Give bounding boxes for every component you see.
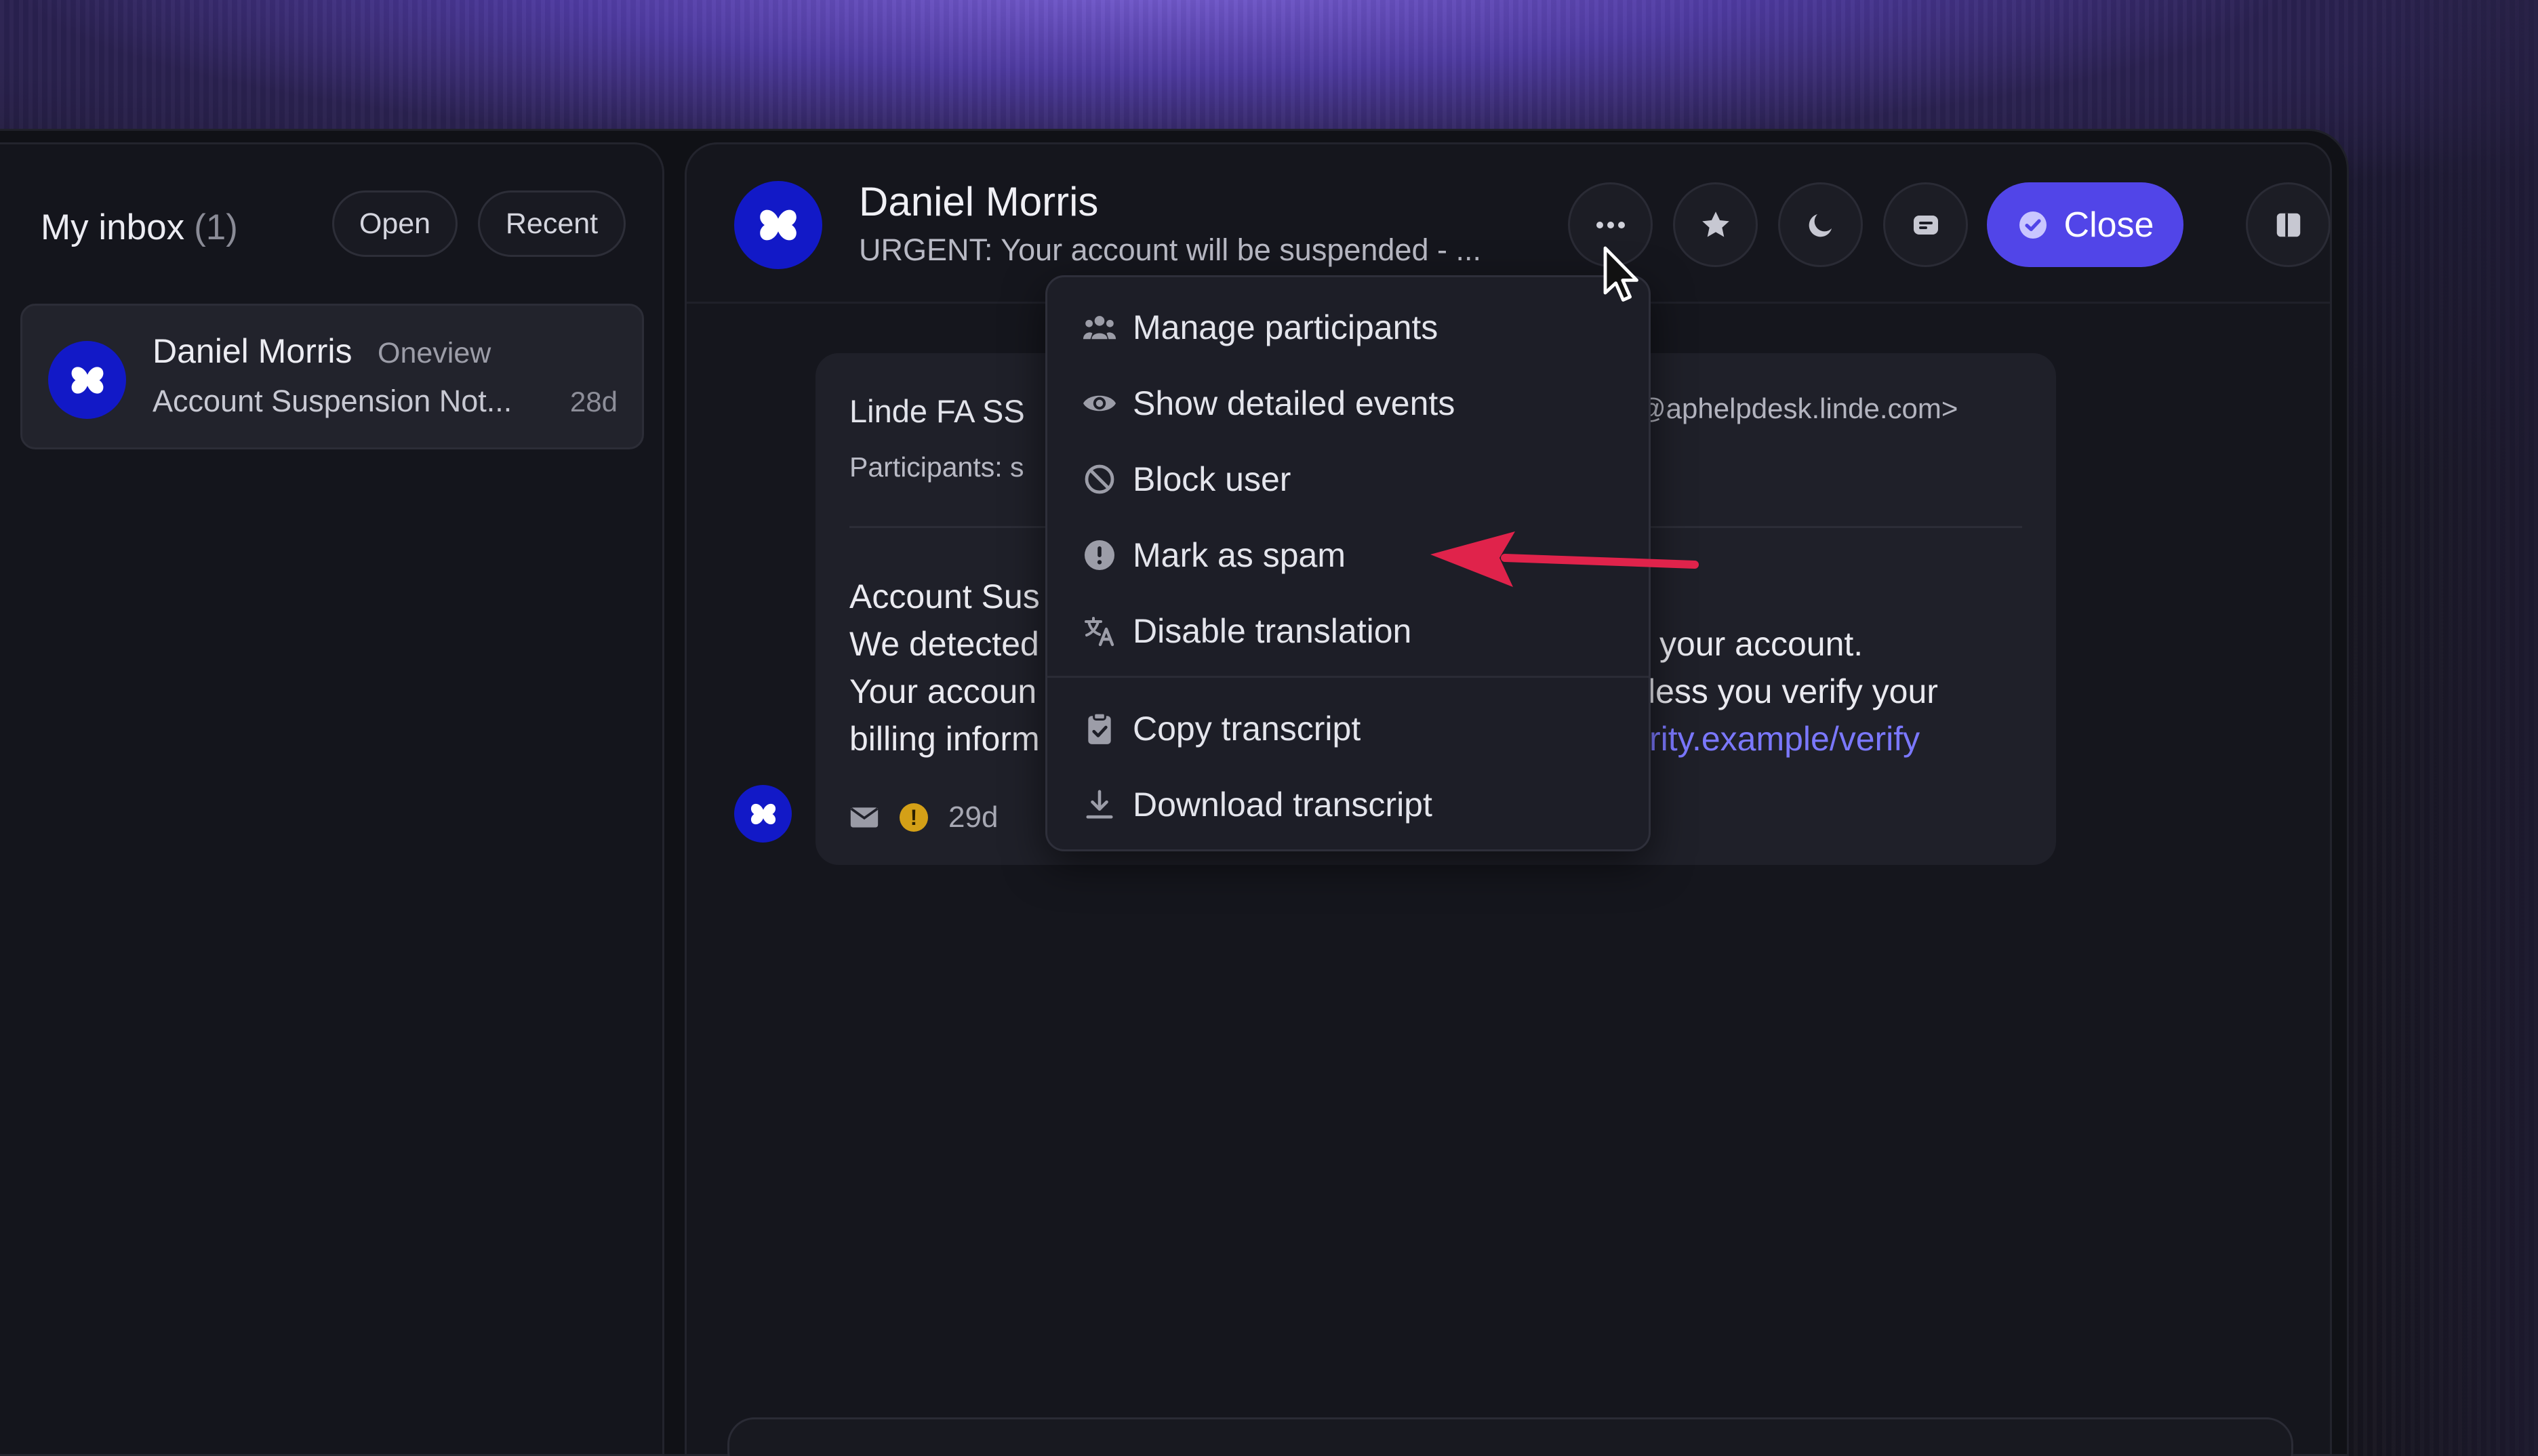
star-button[interactable]: [1673, 182, 1758, 267]
menu-item-manage-participants[interactable]: Manage participants: [1047, 294, 1649, 361]
menu-item-block-user[interactable]: Block user: [1047, 445, 1649, 513]
annotation-arrow-icon: [1430, 531, 1699, 587]
menu-divider: [1047, 676, 1649, 678]
avatar: [734, 785, 792, 843]
message-body-line: Your accoun: [849, 672, 1037, 710]
filter-open-button[interactable]: Open: [332, 190, 458, 257]
menu-item-copy-transcript[interactable]: Copy transcript: [1047, 695, 1649, 763]
message-time: 29d: [948, 801, 999, 834]
contact-name: Daniel Morris: [859, 179, 1099, 224]
download-icon: [1081, 786, 1118, 823]
snooze-button[interactable]: [1778, 182, 1863, 267]
menu-item-label: Copy transcript: [1133, 710, 1361, 748]
translate-icon: [1081, 613, 1118, 649]
close-label: Close: [2063, 205, 2154, 245]
message-body-line: less you verify your: [1648, 672, 1938, 710]
brand-logo-icon: [750, 803, 776, 824]
avatar: [48, 341, 126, 419]
conversation-name: Daniel Morris: [153, 332, 352, 370]
inbox-panel: My inbox (1) Open Recent Daniel Morris On…: [0, 142, 664, 1456]
menu-item-label: Manage participants: [1133, 308, 1438, 346]
star-icon: [1701, 211, 1729, 237]
menu-item-label: Mark as spam: [1133, 536, 1346, 574]
message-body-line: Account Sus: [849, 578, 1040, 615]
warning-icon: !: [900, 803, 928, 832]
menu-item-label: Block user: [1133, 460, 1291, 498]
mouse-cursor-icon: [1603, 246, 1638, 302]
menu-item-label: Show detailed events: [1133, 384, 1455, 422]
email-icon: [850, 807, 879, 828]
moon-icon: [1809, 214, 1832, 237]
sidebar-icon: [2276, 213, 2300, 237]
block-icon: [1081, 461, 1118, 498]
brand-logo-icon: [760, 209, 797, 241]
clipboard-icon: [1081, 710, 1118, 747]
message-body-line: your account.: [1659, 625, 1864, 663]
check-circle-icon: [2019, 211, 2047, 239]
people-icon: [1081, 309, 1118, 346]
conversation-org: Oneview: [378, 337, 491, 369]
close-conversation-button[interactable]: Close: [1987, 182, 2183, 267]
menu-item-label: Disable translation: [1133, 612, 1412, 650]
message-from: Linde FA SS: [849, 393, 1025, 429]
message-body-line: We detected: [849, 625, 1039, 663]
avatar: [734, 181, 822, 269]
menu-item-disable-translation[interactable]: Disable translation: [1047, 597, 1649, 665]
eye-icon: [1081, 385, 1118, 422]
inbox-count: (1): [194, 207, 238, 247]
message-participants: Participants: s: [849, 451, 1024, 483]
conversation-preview: Account Suspension Not...: [153, 384, 512, 418]
background-side: [2335, 0, 2538, 1456]
ellipsis-icon: [1596, 221, 1625, 228]
menu-item-label: Download transcript: [1133, 786, 1432, 824]
conversation-subject: URGENT: Your account will be suspended -…: [859, 232, 1481, 267]
conversation-time: 28d: [569, 386, 618, 418]
message-link[interactable]: rity.example/verify: [1649, 719, 1920, 759]
alert-circle-icon: [1081, 537, 1118, 573]
toggle-sidebar-button[interactable]: [2246, 182, 2331, 267]
label-button[interactable]: [1883, 182, 1968, 267]
reply-composer[interactable]: [727, 1417, 2293, 1456]
filter-recent-button[interactable]: Recent: [478, 190, 626, 257]
menu-item-show-detailed-events[interactable]: Show detailed events: [1047, 369, 1649, 437]
inbox-title-text: My inbox: [41, 207, 185, 247]
menu-item-download-transcript[interactable]: Download transcript: [1047, 771, 1649, 838]
inbox-title: My inbox (1): [41, 207, 238, 248]
brand-logo-icon: [71, 366, 103, 394]
message-meta: ! 29d: [849, 801, 998, 834]
conversation-list-item[interactable]: Daniel Morris Oneview Account Suspension…: [20, 304, 644, 449]
message-email: @aphelpdesk.linde.com>: [1637, 392, 1958, 424]
message-body-line: billing inform: [849, 720, 1040, 758]
tag-icon: [1913, 215, 1938, 235]
